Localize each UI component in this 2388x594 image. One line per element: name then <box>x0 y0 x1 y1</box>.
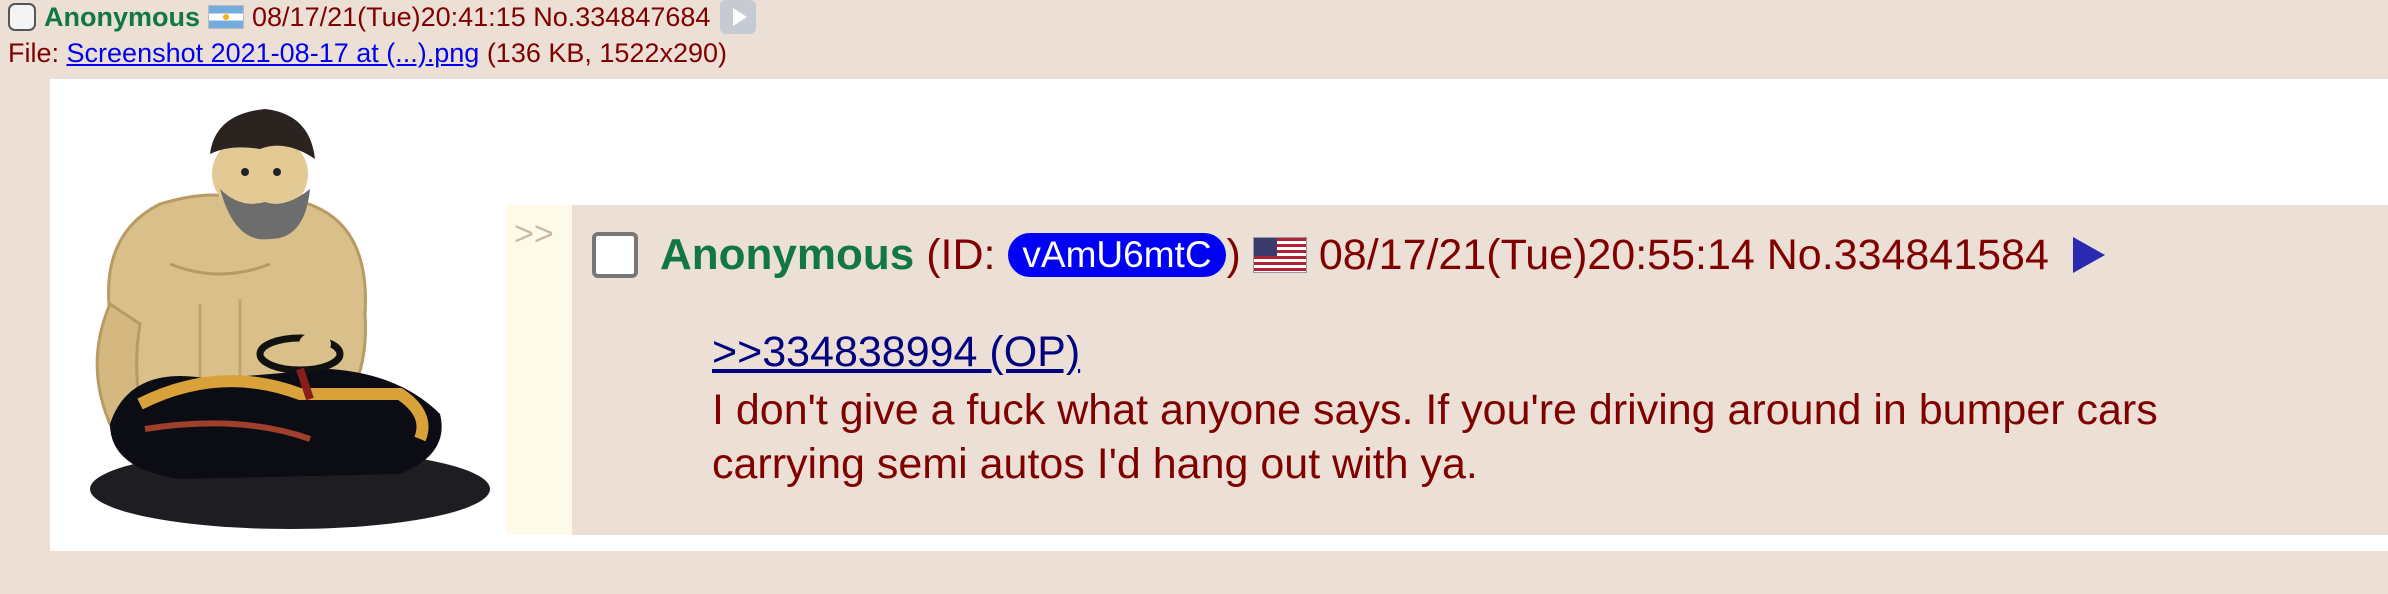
poster-name: Anonymous <box>44 1 201 32</box>
reply-post-number[interactable]: No.334841584 <box>1755 231 2049 280</box>
file-link[interactable]: Screenshot 2021-08-17 at (...).png <box>67 38 480 68</box>
quote-link[interactable]: >>334838994 (OP) <box>712 328 1080 377</box>
file-info: File: Screenshot 2021-08-17 at (...).png… <box>8 38 727 69</box>
file-label: File: <box>8 38 60 68</box>
post-header: Anonymous 08/17/21(Tue)20:41:15 No.33484… <box>8 0 757 34</box>
argentina-flag-icon <box>208 5 245 29</box>
usa-flag-icon <box>1252 237 1307 273</box>
poster-id-label: (ID: <box>926 230 996 279</box>
reply-menu-arrow-icon[interactable] <box>2072 237 2105 273</box>
poster-id-badge[interactable]: vAmU6mtC <box>1008 233 1226 277</box>
message-line-1: I don't give a fuck what anyone says. If… <box>712 386 2158 434</box>
post-thumbnail-image[interactable] <box>70 94 500 534</box>
poster-id-close: ) <box>1226 230 1241 279</box>
reply-post: >> Anonymous (ID: vAmU6mtC ) 08/17/21(Tu… <box>506 205 2388 535</box>
reply-checkbox[interactable] <box>592 232 638 278</box>
post-image-area: >> Anonymous (ID: vAmU6mtC ) 08/17/21(Tu… <box>50 79 2388 551</box>
file-details: (136 KB, 1522x290) <box>486 38 727 68</box>
reply-body: Anonymous (ID: vAmU6mtC ) 08/17/21(Tue)2… <box>572 205 2388 535</box>
post-menu-button[interactable] <box>720 0 757 34</box>
post-number[interactable]: No.334847684 <box>526 2 710 33</box>
message-line-2: carrying semi autos I'd hang out with ya… <box>712 440 1478 488</box>
reply-message: I don't give a fuck what anyone says. If… <box>712 383 2372 491</box>
post-checkbox[interactable] <box>8 3 36 31</box>
reply-side-arrows: >> <box>506 205 572 535</box>
reply-poster-name: Anonymous <box>660 230 915 279</box>
post-datetime: 08/17/21(Tue)20:41:15 <box>252 1 526 32</box>
reply-header: Anonymous (ID: vAmU6mtC ) 08/17/21(Tue)2… <box>592 225 2105 285</box>
reply-datetime: 08/17/21(Tue)20:55:14 <box>1318 230 1755 279</box>
